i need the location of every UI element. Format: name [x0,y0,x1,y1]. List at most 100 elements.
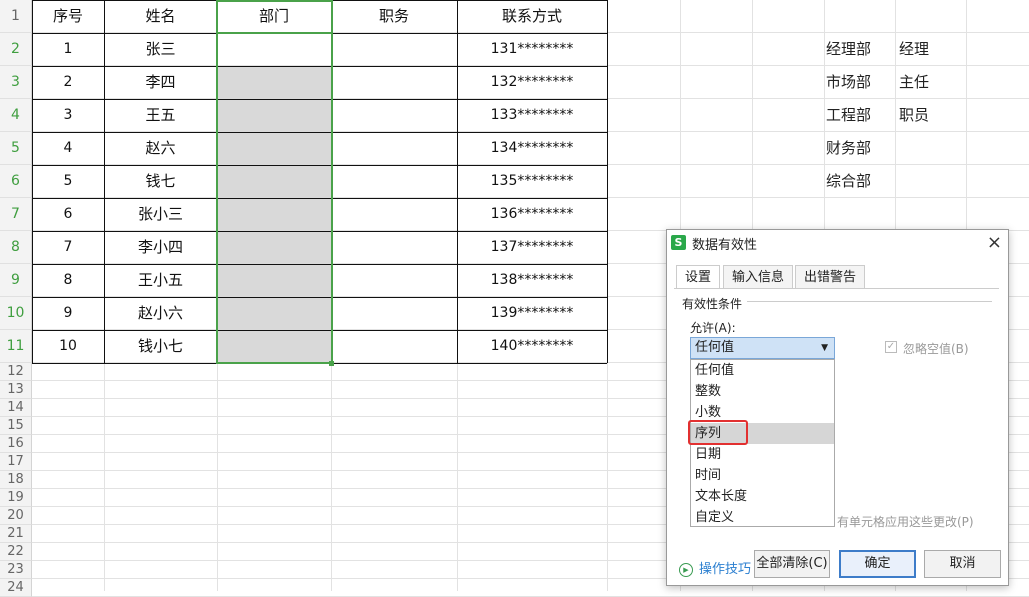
option-any-value[interactable]: 任何值 [691,360,834,381]
table-cell[interactable]: 8 [32,264,104,297]
tab-error-alert[interactable]: 出错警告 [795,265,865,289]
row-header[interactable]: 6 [0,165,32,198]
row-header[interactable]: 5 [0,132,32,165]
row-header[interactable]: 11 [0,330,32,363]
table-cell[interactable]: 钱七 [104,165,217,198]
table-cell[interactable]: 9 [32,297,104,330]
row-header[interactable]: 12 [0,363,32,381]
table-cell[interactable]: 132******** [457,66,607,99]
table-cell[interactable] [331,33,457,66]
table-cell[interactable] [331,66,457,99]
row-header[interactable]: 15 [0,417,32,435]
table-cell[interactable]: 7 [32,231,104,264]
table-cell[interactable]: 李小四 [104,231,217,264]
side-department-cell[interactable]: 工程部 [826,99,871,132]
table-cell[interactable]: 139******** [457,297,607,330]
table-cell[interactable]: 赵小六 [104,297,217,330]
table-cell[interactable] [331,99,457,132]
ok-button[interactable]: 确定 [839,550,916,578]
table-cell[interactable]: 5 [32,165,104,198]
side-position-cell[interactable]: 职员 [899,99,929,132]
table-cell[interactable]: 135******** [457,165,607,198]
table-cell[interactable]: 张三 [104,33,217,66]
table-cell[interactable]: 137******** [457,231,607,264]
tips-link[interactable]: ▶ 操作技巧 [679,558,751,577]
table-cell[interactable]: 134******** [457,132,607,165]
option-custom[interactable]: 自定义 [691,507,834,528]
table-cell[interactable] [331,330,457,363]
allow-select-value: 任何值 [695,340,735,355]
side-position-cell[interactable]: 主任 [899,66,929,99]
table-cell[interactable] [331,231,457,264]
tab-input-message[interactable]: 输入信息 [723,265,793,289]
data-validation-dialog: S 数据有效性 × 设置 输入信息 出错警告 有效性条件 允许(A): 任何值 … [666,229,1009,586]
row-header[interactable]: 19 [0,489,32,507]
chevron-down-icon[interactable]: ▼ [821,338,828,358]
table-cell[interactable]: 王小五 [104,264,217,297]
row-header[interactable]: 4 [0,99,32,132]
table-cell[interactable]: 王五 [104,99,217,132]
ignore-blank-label: 忽略空值(B) [903,342,969,356]
row-header[interactable]: 24 [0,579,32,597]
row-header[interactable]: 7 [0,198,32,231]
row-header[interactable]: 17 [0,453,32,471]
selection-range[interactable] [216,32,333,364]
header-cell[interactable]: 姓名 [104,0,217,33]
row-header[interactable]: 14 [0,399,32,417]
side-position-cell[interactable]: 经理 [899,33,929,66]
row-header[interactable]: 21 [0,525,32,543]
header-cell[interactable]: 序号 [32,0,104,33]
table-cell[interactable]: 6 [32,198,104,231]
row-header[interactable]: 10 [0,297,32,330]
header-cell[interactable]: 职务 [331,0,457,33]
side-department-cell[interactable]: 市场部 [826,66,871,99]
table-cell[interactable]: 张小三 [104,198,217,231]
tips-label: 操作技巧 [699,562,752,577]
row-header[interactable]: 20 [0,507,32,525]
option-date[interactable]: 日期 [691,444,834,465]
option-text-length[interactable]: 文本长度 [691,486,834,507]
highlight-box [688,420,748,445]
table-cell[interactable]: 138******** [457,264,607,297]
row-header[interactable]: 23 [0,561,32,579]
table-cell[interactable] [331,132,457,165]
option-time[interactable]: 时间 [691,465,834,486]
table-cell[interactable] [331,297,457,330]
row-header[interactable]: 16 [0,435,32,453]
row-header[interactable]: 2 [0,33,32,66]
row-header[interactable]: 3 [0,66,32,99]
side-department-cell[interactable]: 综合部 [826,165,871,198]
row-header[interactable]: 13 [0,381,32,399]
side-department-cell[interactable]: 财务部 [826,132,871,165]
cancel-button[interactable]: 取消 [924,550,1001,578]
table-cell[interactable] [331,165,457,198]
row-header[interactable]: 9 [0,264,32,297]
header-cell[interactable]: 联系方式 [457,0,607,33]
table-cell[interactable]: 136******** [457,198,607,231]
table-cell[interactable]: 钱小七 [104,330,217,363]
table-cell[interactable]: 4 [32,132,104,165]
close-icon[interactable]: × [987,232,1002,253]
row-header[interactable]: 1 [0,0,32,33]
allow-select[interactable]: 任何值 ▼ [690,337,835,359]
tab-settings[interactable]: 设置 [676,265,720,289]
table-cell[interactable] [331,264,457,297]
clear-all-button[interactable]: 全部清除(C) [754,550,830,578]
table-cell[interactable]: 10 [32,330,104,363]
option-integer[interactable]: 整数 [691,381,834,402]
row-header[interactable]: 8 [0,231,32,264]
fill-handle[interactable] [329,361,334,366]
table-cell[interactable]: 131******** [457,33,607,66]
side-department-cell[interactable]: 经理部 [826,33,871,66]
row-header[interactable]: 18 [0,471,32,489]
table-cell[interactable]: 李四 [104,66,217,99]
table-cell[interactable] [331,198,457,231]
table-cell[interactable]: 133******** [457,99,607,132]
table-cell[interactable]: 1 [32,33,104,66]
ignore-blank-checkbox[interactable]: ✓ [885,341,897,353]
table-cell[interactable]: 3 [32,99,104,132]
row-header[interactable]: 22 [0,543,32,561]
table-cell[interactable]: 赵六 [104,132,217,165]
table-cell[interactable]: 140******** [457,330,607,363]
table-cell[interactable]: 2 [32,66,104,99]
